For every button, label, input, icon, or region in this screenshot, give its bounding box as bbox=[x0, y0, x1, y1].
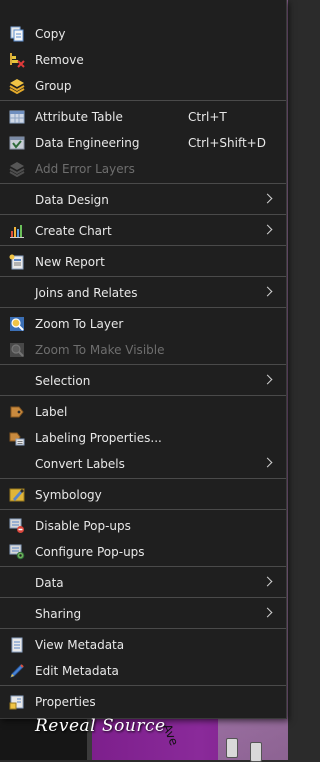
shortcut-label: Ctrl+Shift+D bbox=[188, 136, 266, 150]
menu-item-properties[interactable]: Properties bbox=[0, 689, 286, 715]
chevron-right-icon bbox=[262, 374, 273, 385]
chevron-right-icon bbox=[262, 224, 273, 235]
disable-popups-icon bbox=[9, 518, 25, 534]
chart-icon bbox=[9, 223, 25, 239]
menu-item-label: Disable Pop-ups bbox=[35, 519, 131, 533]
chevron-right-icon bbox=[262, 457, 273, 468]
menu-item-add-error-layers: Add Error Layers bbox=[0, 156, 286, 182]
menu-separator bbox=[0, 276, 286, 277]
menu-item-label: Convert Labels bbox=[35, 457, 125, 471]
data-engineering-icon bbox=[9, 135, 25, 151]
edit-metadata-icon bbox=[9, 663, 25, 679]
menu-item-view-metadata[interactable]: View Metadata bbox=[0, 632, 286, 658]
chevron-right-icon bbox=[262, 193, 273, 204]
shortcut-label: Ctrl+T bbox=[188, 110, 227, 124]
copy-icon bbox=[9, 26, 25, 42]
configure-popups-icon bbox=[9, 544, 25, 560]
menu-item-label: Data Design bbox=[35, 193, 109, 207]
menu-item-group[interactable]: Group bbox=[0, 73, 286, 99]
menu-separator bbox=[0, 566, 286, 567]
menu-item-zoom-to-layer[interactable]: Zoom To Layer bbox=[0, 311, 286, 337]
menu-item-label: Edit Metadata bbox=[35, 664, 119, 678]
menu-item-create-chart[interactable]: Create Chart bbox=[0, 218, 286, 244]
menu-item-label: Add Error Layers bbox=[35, 162, 135, 176]
menu-separator bbox=[0, 214, 286, 215]
menu-item-label: Sharing bbox=[35, 607, 82, 621]
zoom-visible-icon bbox=[9, 342, 25, 358]
menu-item-data[interactable]: Data bbox=[0, 570, 286, 596]
labeling-properties-icon bbox=[9, 430, 25, 446]
remove-icon bbox=[9, 52, 25, 68]
menu-item-data-engineering[interactable]: Data Engineering Ctrl+Shift+D bbox=[0, 130, 286, 156]
menu-separator bbox=[0, 509, 286, 510]
menu-item-label: Copy bbox=[35, 27, 66, 41]
menu-separator bbox=[0, 364, 286, 365]
menu-separator bbox=[0, 183, 286, 184]
menu-item-label: Configure Pop-ups bbox=[35, 545, 145, 559]
menu-item-label: Zoom To Layer bbox=[35, 317, 124, 331]
menu-item-label: Symbology bbox=[35, 488, 102, 502]
menu-item-label: Data bbox=[35, 576, 64, 590]
menu-item-copy[interactable]: Copy bbox=[0, 21, 286, 47]
menu-item-convert-labels[interactable]: Convert Labels bbox=[0, 451, 286, 477]
menu-item-remove[interactable]: Remove bbox=[0, 47, 286, 73]
menu-separator bbox=[0, 478, 286, 479]
menu-item-selection[interactable]: Selection bbox=[0, 368, 286, 394]
menu-item-labeling-properties[interactable]: Labeling Properties... bbox=[0, 425, 286, 451]
menu-item-label-toggle[interactable]: Label bbox=[0, 399, 286, 425]
chevron-right-icon bbox=[262, 576, 273, 587]
menu-item-joins-and-relates[interactable]: Joins and Relates bbox=[0, 280, 286, 306]
menu-item-label: Create Chart bbox=[35, 224, 112, 238]
menu-item-symbology[interactable]: Symbology bbox=[0, 482, 286, 508]
menu-item-disable-popups[interactable]: Disable Pop-ups bbox=[0, 513, 286, 539]
zoom-to-layer-icon bbox=[9, 316, 25, 332]
label-icon bbox=[9, 404, 25, 420]
map-car bbox=[226, 738, 238, 758]
menu-item-label: View Metadata bbox=[35, 638, 125, 652]
symbology-icon bbox=[9, 487, 25, 503]
menu-separator bbox=[0, 100, 286, 101]
watermark-text: Reveal Source bbox=[35, 716, 166, 736]
menu-item-label: Labeling Properties... bbox=[35, 431, 162, 445]
map-car bbox=[250, 742, 262, 762]
chevron-right-icon bbox=[262, 607, 273, 618]
menu-item-label: Joins and Relates bbox=[35, 286, 138, 300]
view-metadata-icon bbox=[9, 637, 25, 653]
menu-item-label: Attribute Table bbox=[35, 110, 123, 124]
menu-item-new-report[interactable]: New Report bbox=[0, 249, 286, 275]
menu-separator bbox=[0, 685, 286, 686]
menu-item-label: Label bbox=[35, 405, 68, 419]
menu-separator bbox=[0, 307, 286, 308]
menu-separator bbox=[0, 597, 286, 598]
menu-item-label: Zoom To Make Visible bbox=[35, 343, 165, 357]
menu-item-attribute-table[interactable]: Attribute Table Ctrl+T bbox=[0, 104, 286, 130]
report-icon bbox=[9, 254, 25, 270]
error-layers-icon bbox=[9, 161, 25, 177]
menu-item-label: Properties bbox=[35, 695, 96, 709]
group-icon bbox=[9, 78, 25, 94]
menu-item-configure-popups[interactable]: Configure Pop-ups bbox=[0, 539, 286, 565]
menu-item-data-design[interactable]: Data Design bbox=[0, 187, 286, 213]
menu-item-label: Remove bbox=[35, 53, 84, 67]
table-icon bbox=[9, 109, 25, 125]
menu-item-label: Data Engineering bbox=[35, 136, 140, 150]
menu-item-label: Group bbox=[35, 79, 72, 93]
menu-item-label: Selection bbox=[35, 374, 91, 388]
menu-separator bbox=[0, 395, 286, 396]
menu-item-label: New Report bbox=[35, 255, 105, 269]
menu-separator bbox=[0, 628, 286, 629]
properties-icon bbox=[9, 694, 25, 710]
menu-separator bbox=[0, 245, 286, 246]
menu-item-zoom-to-make-visible: Zoom To Make Visible bbox=[0, 337, 286, 363]
menu-item-sharing[interactable]: Sharing bbox=[0, 601, 286, 627]
chevron-right-icon bbox=[262, 286, 273, 297]
layer-context-menu: Copy Remove Group Attribute Table Ctrl+T… bbox=[0, 0, 287, 719]
menu-item-edit-metadata[interactable]: Edit Metadata bbox=[0, 658, 286, 684]
